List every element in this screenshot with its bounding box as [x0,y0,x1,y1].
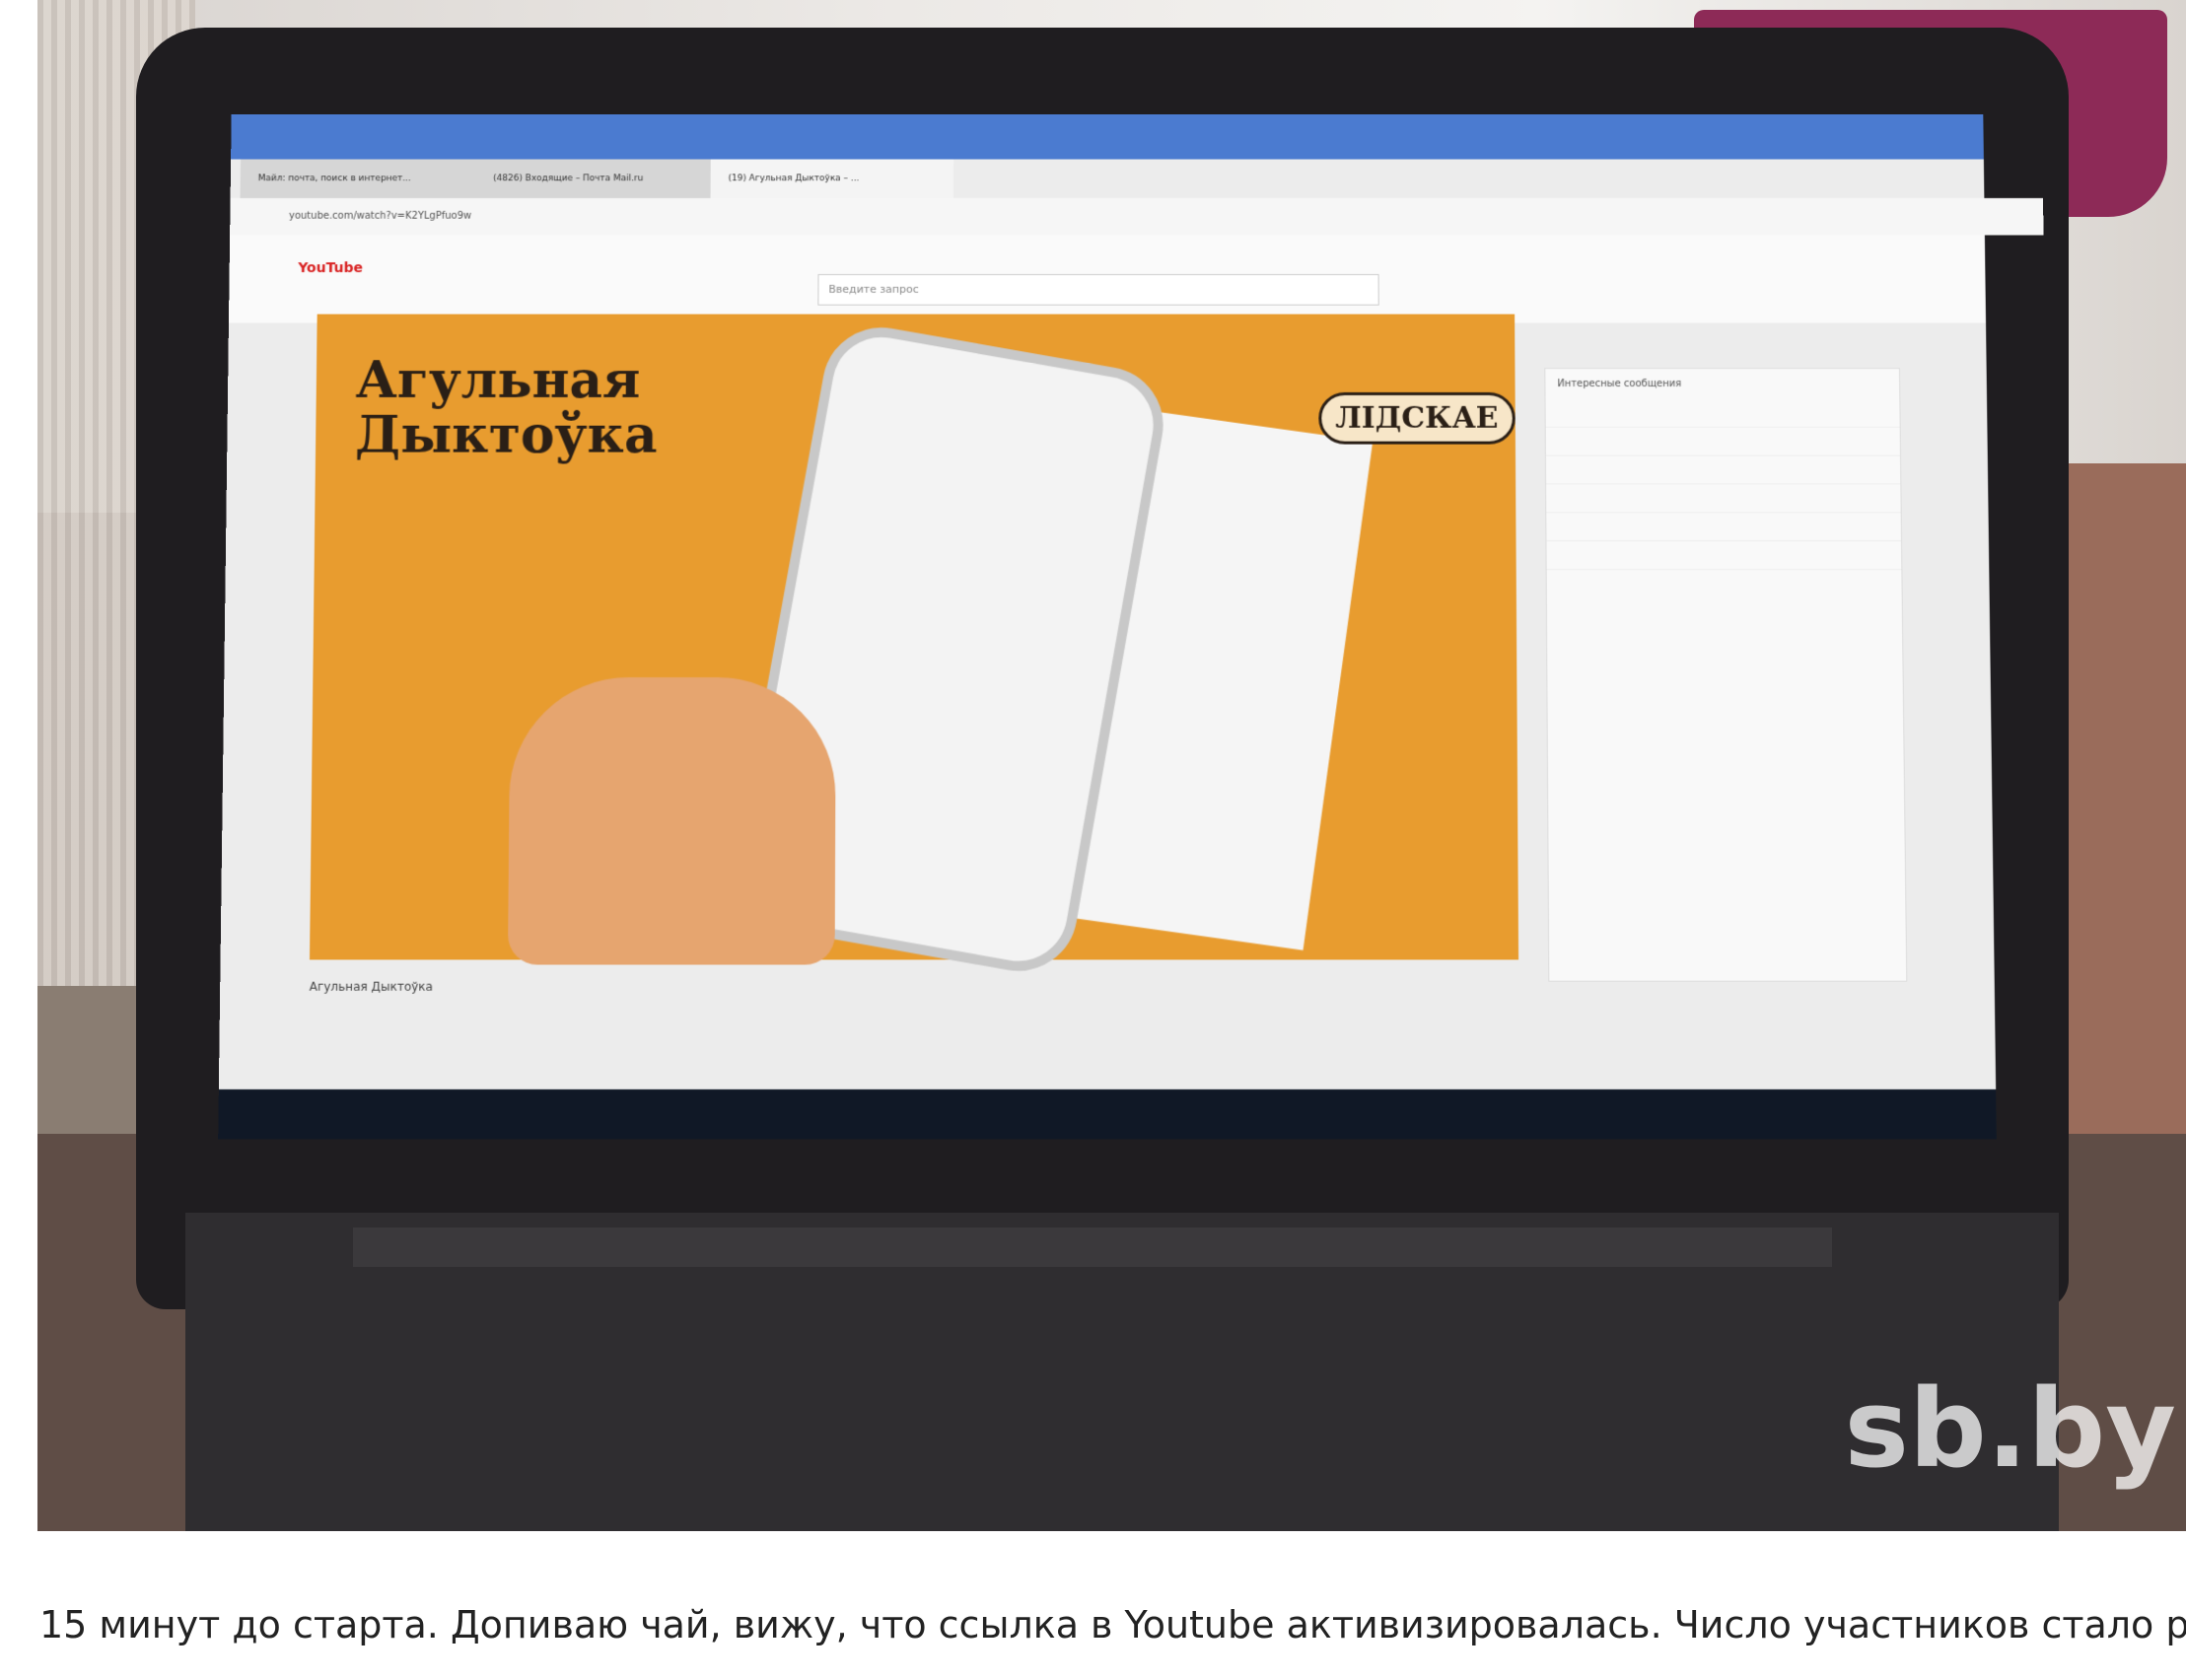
chat-message [1546,513,1902,542]
video-title: Агульная Дыктоўка [309,979,434,994]
youtube-logo: YouTube [298,260,363,277]
watermark: sb.by [1844,1365,2176,1492]
windows-taskbar [218,1088,1997,1140]
show-title-line2: Дыктоўка [354,404,658,465]
laptop-hinge [353,1227,1832,1267]
youtube-header: YouTube Введите запрос [228,235,1987,323]
chat-message [1546,541,1902,571]
show-title: Агульная Дыктоўка [354,350,658,465]
browser-tab-active: (19) Агульная Дыктоўка – ... [710,159,954,198]
chat-message [1546,484,1901,514]
browser-tab: Майл: почта, поиск в интернет... [240,159,484,198]
live-chat: Интересные сообщения [1544,368,1908,982]
show-title-line1: Агульная [355,350,641,410]
youtube-search: Введите запрос [817,274,1379,306]
article-caption: 15 минут до старта. Допиваю чай, вижу, ч… [39,1603,2186,1646]
browser-tab: (4826) Входящие – Почта Mail.ru [475,159,719,198]
window-titlebar [231,114,1984,160]
hand-illustration [507,677,836,965]
laptop-screen: Майл: почта, поиск в интернет... (4826) … [218,114,2044,1140]
chat-message [1545,427,1901,456]
chat-title: Интересные сообщения [1557,379,1682,389]
chat-message [1545,398,1900,428]
address-bar: youtube.com/watch?v=K2YLgPfuo9w [230,197,2044,236]
article-photo: Майл: почта, поиск в интернет... (4826) … [37,0,2186,1531]
chat-message [1545,455,1901,485]
video-info: Агульная Дыктоўка [309,980,1519,1050]
video-player: Агульная Дыктоўка ЛІДСКАЕ [310,314,1519,981]
badge-label: ЛІДСКАЕ [1318,391,1516,445]
